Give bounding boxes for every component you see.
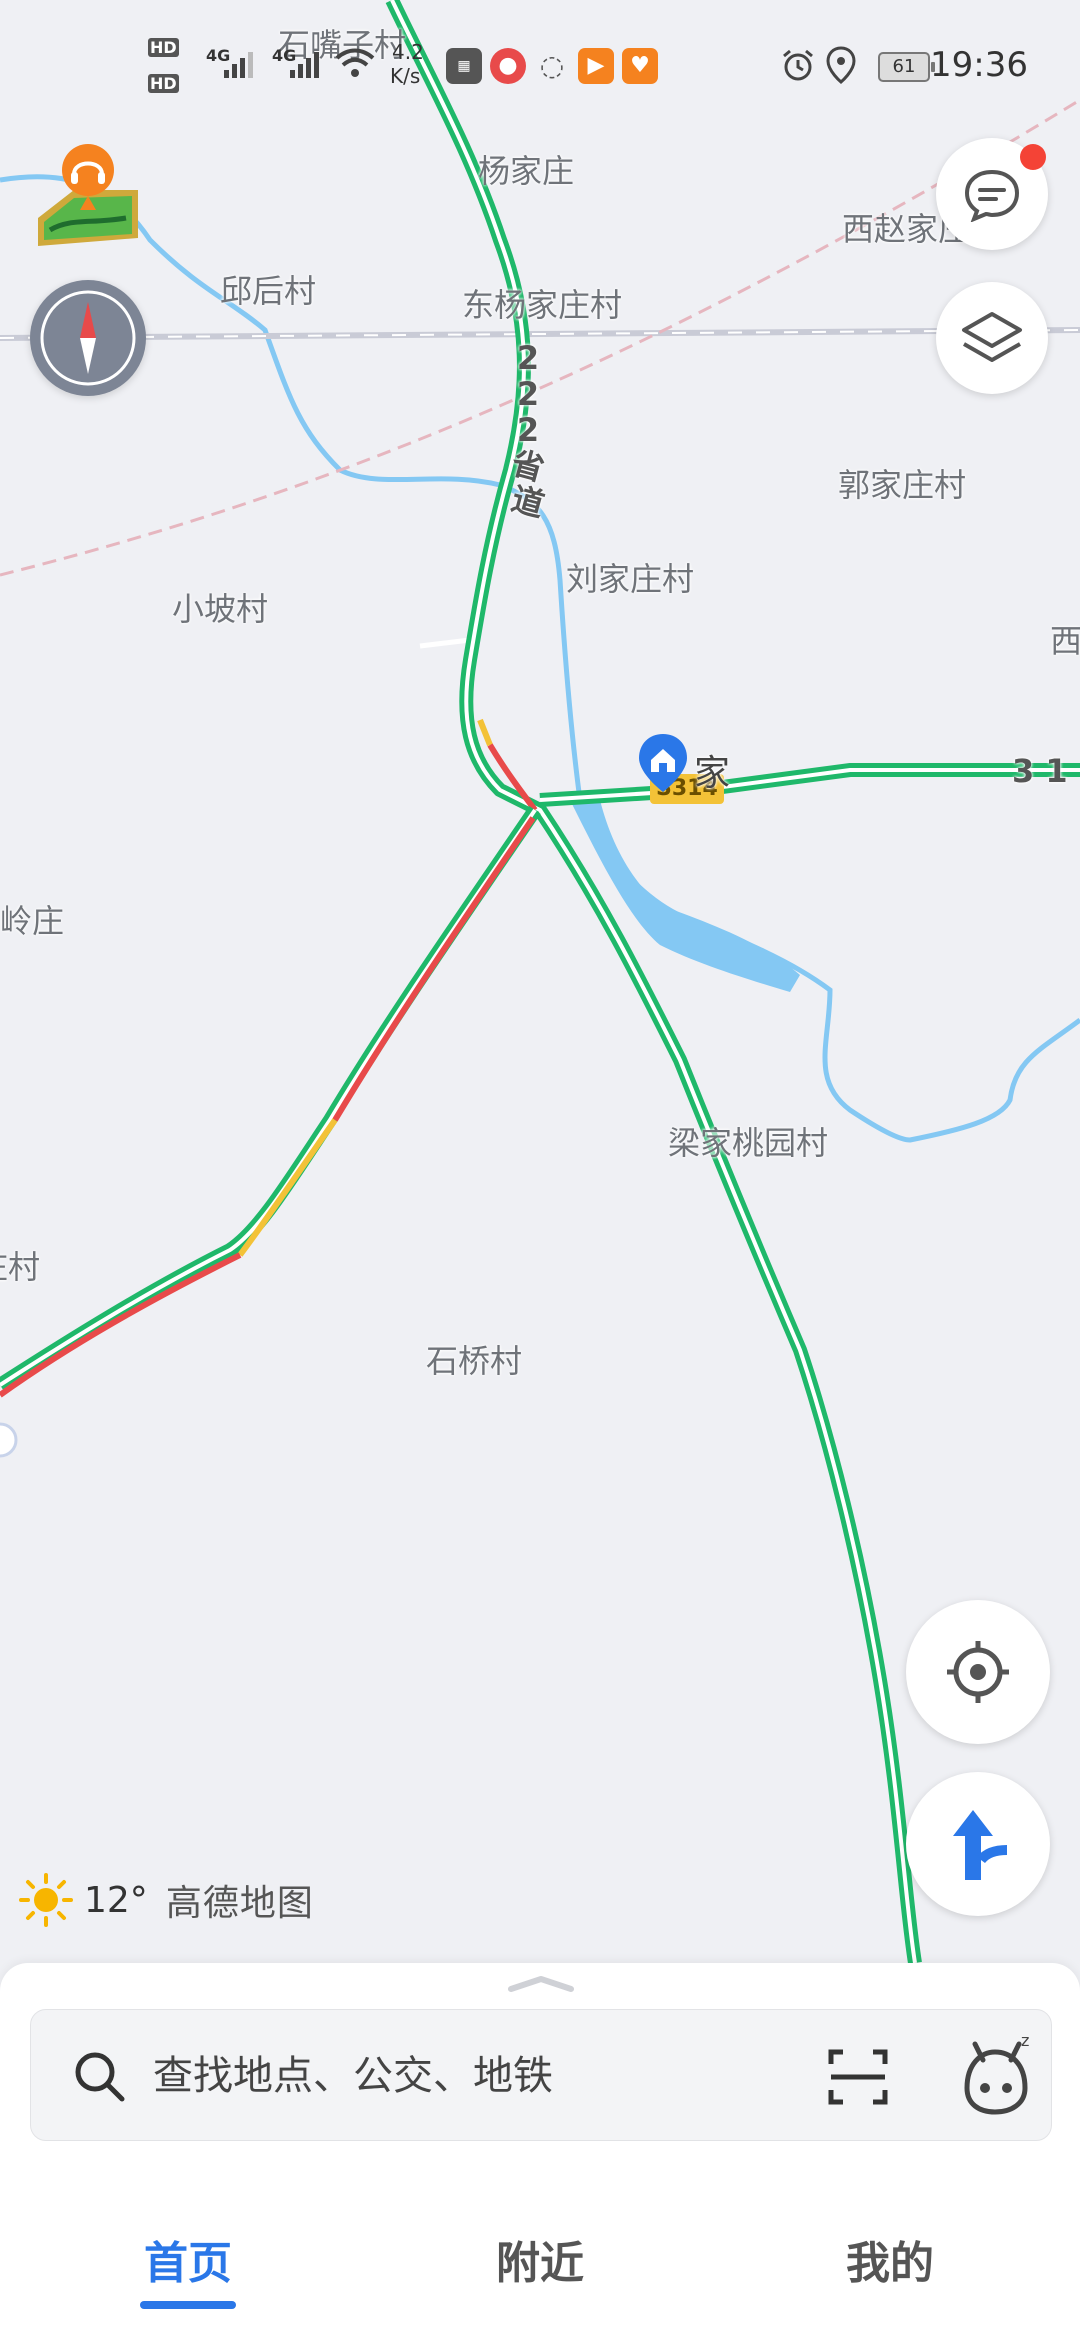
scenic-audio-icon <box>38 144 138 246</box>
video-app-icon: ▶ <box>578 48 614 84</box>
alarm-icon <box>783 49 813 81</box>
scan-icon[interactable] <box>827 2046 889 2108</box>
voice-assistant-icon[interactable]: z <box>953 2030 1039 2120</box>
home-label: 家 <box>694 753 731 794</box>
road-southwest <box>0 806 541 1398</box>
status-bar: HD HD 4G 4G 4.2 K/s ▦ ● ◌ ▶ ♥ 61 19:36 <box>0 0 1080 130</box>
sun-icon <box>19 1873 73 1927</box>
message-icon <box>964 169 1020 222</box>
bottom-sheet: z 首页 附近 我的 <box>0 1963 1080 2340</box>
location-status-icon <box>826 46 856 84</box>
battery-indicator: 61 <box>878 52 935 82</box>
place-label: 东杨家庄村 <box>462 286 623 324</box>
road-name-222: 2 2 2 省 道 <box>507 339 549 525</box>
tab-home[interactable]: 首页 <box>78 2227 298 2309</box>
search-input[interactable] <box>151 2040 835 2112</box>
tab-mine[interactable]: 我的 <box>780 2227 1000 2291</box>
place-label: 小坡村 <box>172 590 269 628</box>
health-app-icon: ♥ <box>622 48 658 84</box>
layers-icon <box>962 312 1022 362</box>
place-label: 刘家庄村 <box>566 560 695 598</box>
place-label: 郭家庄村 <box>838 466 967 504</box>
place-label: 庄村 <box>0 1248 41 1286</box>
hd-indicator-2: HD <box>148 74 179 93</box>
active-tab-indicator <box>140 2301 236 2309</box>
search-icon <box>75 2052 125 2102</box>
wifi-icon <box>335 48 375 77</box>
place-label: 杨家庄 <box>478 152 575 190</box>
traffic-segment-red <box>332 816 536 1122</box>
locate-button[interactable] <box>906 1600 1050 1744</box>
compass-icon <box>40 290 136 386</box>
signal-icon-1 <box>224 52 253 78</box>
place-label: 梁家桃园村 <box>668 1124 829 1162</box>
compass-button[interactable] <box>30 280 146 396</box>
sheet-handle-icon[interactable] <box>505 1971 577 1995</box>
calendar-app-icon: ▦ <box>446 48 482 84</box>
place-label: 石桥村 <box>426 1342 523 1380</box>
svg-text:z: z <box>1021 2031 1029 2050</box>
layers-button[interactable] <box>936 282 1048 394</box>
road-s314 <box>539 763 1080 807</box>
traffic-segment-yellow <box>477 718 493 747</box>
sync-icon: ◌ <box>539 49 565 82</box>
reservoir <box>570 800 800 992</box>
notification-dot <box>1020 144 1046 170</box>
bottom-tab-bar: 首页 附近 我的 <box>0 2195 1080 2335</box>
route-button[interactable] <box>906 1772 1050 1916</box>
place-label: 岭庄 <box>0 902 65 940</box>
network-speed-unit: K/s <box>390 64 421 88</box>
tab-nearby[interactable]: 附近 <box>430 2227 650 2291</box>
route-arrow-icon <box>953 1810 1008 1880</box>
status-time: 19:36 <box>930 45 1028 85</box>
edge-marker <box>0 1422 18 1458</box>
app-notification-icon: ● <box>490 48 526 84</box>
place-label: 邱后村 <box>220 272 317 310</box>
temperature: 12° <box>84 1879 148 1921</box>
brand-logo-text: 高德地图 <box>165 1883 314 1924</box>
place-label: 西 <box>1050 622 1080 660</box>
weather-widget[interactable]: 12° 高德地图 <box>18 1870 314 1930</box>
signal-icon-2 <box>290 52 319 78</box>
home-pin-icon <box>639 734 687 792</box>
traffic-segment-yellow <box>237 1118 338 1257</box>
home-marker[interactable] <box>636 732 690 798</box>
audio-guide-button[interactable] <box>30 138 146 258</box>
hd-indicator-1: HD <box>148 38 179 57</box>
network-speed-value: 4.2 <box>392 40 424 64</box>
locate-icon <box>947 1641 1009 1703</box>
search-bar[interactable]: z <box>30 2009 1052 2141</box>
road-label-314: 3 1 <box>1012 752 1068 790</box>
